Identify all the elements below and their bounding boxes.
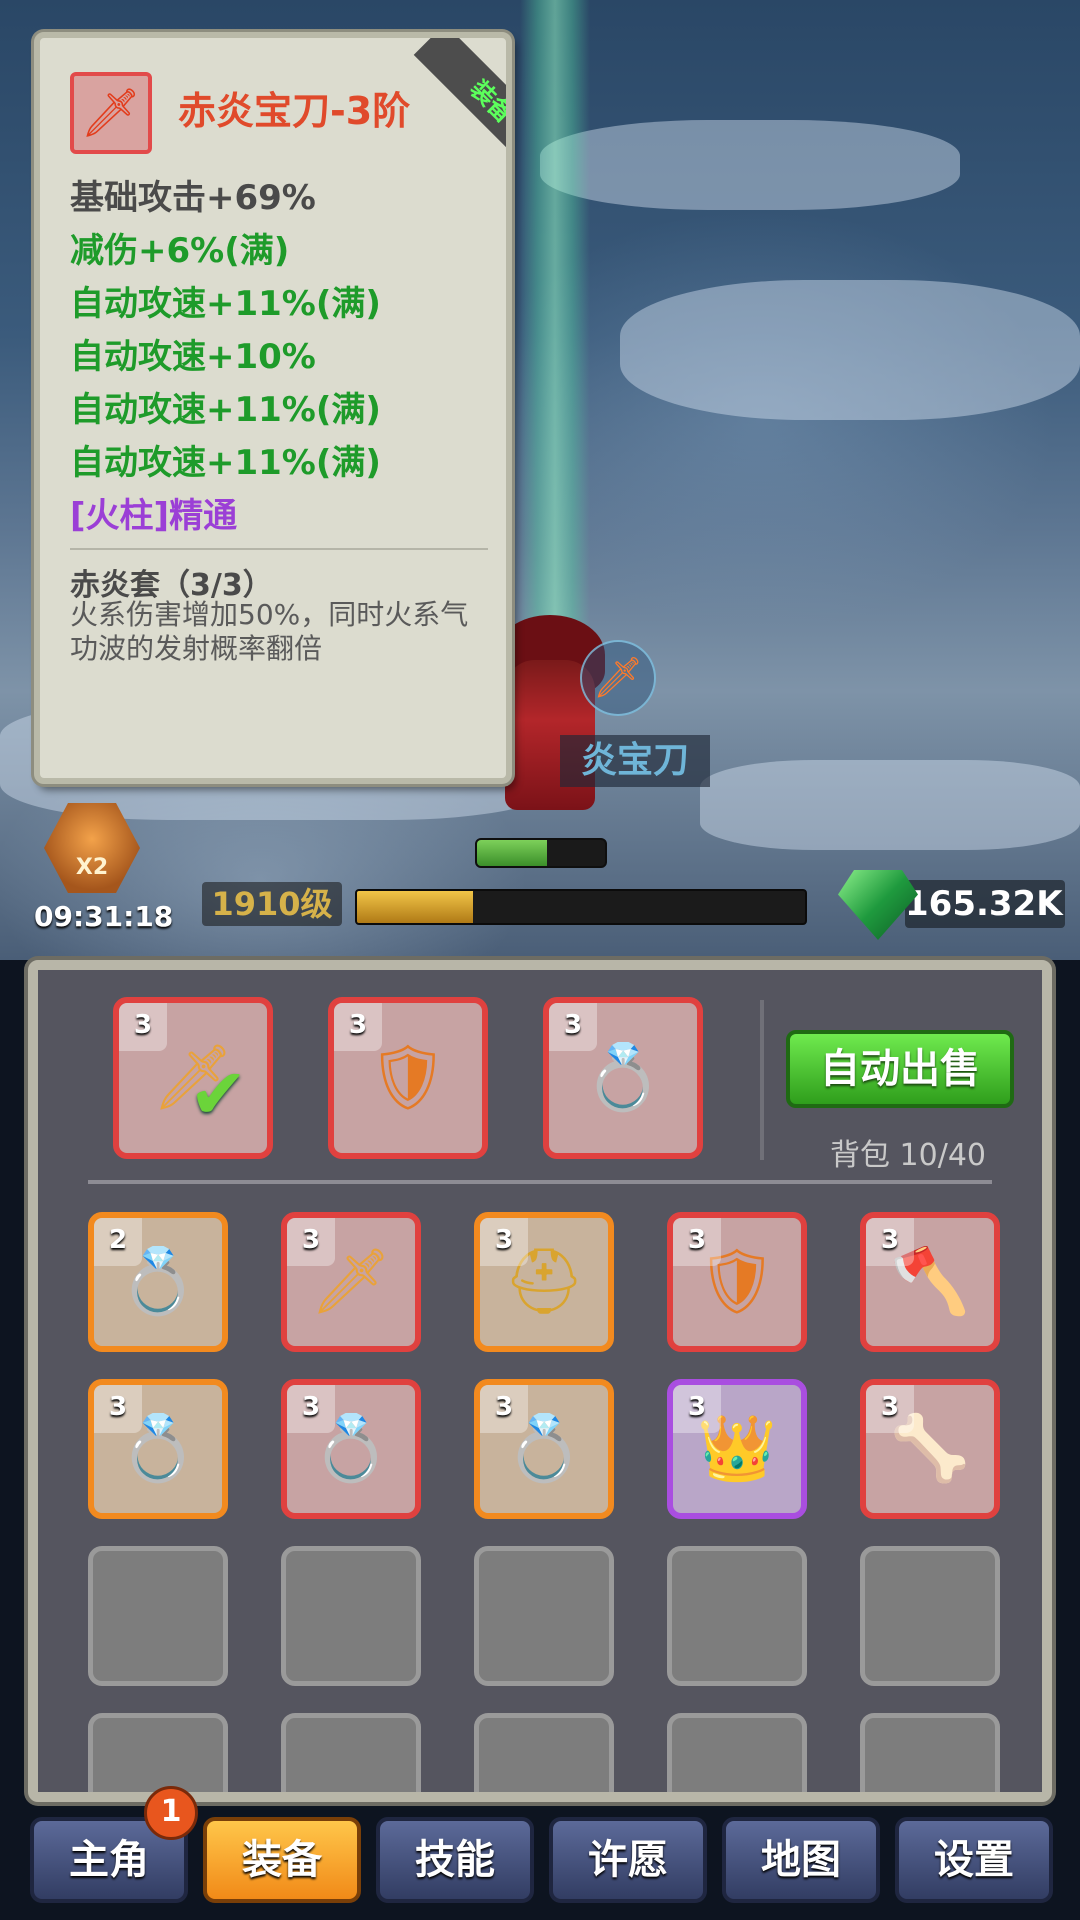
ice-patch	[620, 280, 1080, 420]
item-slot[interactable]: 🗡 3	[281, 1212, 421, 1352]
bag-capacity: 背包 10/40	[830, 1138, 986, 1173]
notification-badge: 1	[144, 1786, 198, 1840]
nav-settings-button[interactable]: 设置	[895, 1817, 1053, 1903]
nav-wish-button[interactable]: 许愿	[549, 1817, 707, 1903]
boost-label: X2	[75, 855, 109, 880]
tier-badge: 3	[673, 1385, 721, 1433]
item-tooltip: 🗡 赤炎宝刀-3阶 装备中 基础攻击+69% 减伤+6%(满) 自动攻速+11%(满…	[34, 32, 512, 784]
auto-sell-button[interactable]: 自动出售	[786, 1030, 1014, 1108]
tier-badge: 2	[94, 1218, 142, 1266]
item-slot[interactable]: 💍 2	[88, 1212, 228, 1352]
stat-line: 自动攻速+11%(满)	[70, 284, 381, 324]
empty-slot	[88, 1546, 228, 1686]
stat-line: 自动攻速+11%(满)	[70, 443, 381, 483]
item-slot[interactable]: 👑 3	[667, 1379, 807, 1519]
stat-line: [火柱]精通	[70, 496, 238, 536]
tier-badge: 3	[334, 1003, 382, 1051]
item-slot[interactable]: 💍 3	[281, 1379, 421, 1519]
item-slot[interactable]: 🗡 3 ✔	[113, 997, 273, 1159]
light-beam	[520, 0, 590, 720]
hero-hp-fill	[477, 840, 548, 866]
stat-line: 基础攻击+69%	[70, 178, 316, 218]
item-slot[interactable]: ⛑ 3	[474, 1212, 614, 1352]
tier-badge: 3	[866, 1218, 914, 1266]
item-slot[interactable]: 🦴 3	[860, 1379, 1000, 1519]
tier-badge: 3	[549, 1003, 597, 1051]
item-slot[interactable]: 💍 3	[88, 1379, 228, 1519]
empty-slot	[474, 1713, 614, 1792]
weapon-name-plate: 炎宝刀	[560, 735, 710, 787]
item-slot[interactable]: 🪓 3	[860, 1212, 1000, 1352]
divider	[760, 1000, 764, 1160]
tier-badge: 3	[94, 1385, 142, 1433]
inventory-panel: 🗡 3 ✔ 🛡 3 💍 3 自动出售 背包 10/40 💍 2 🗡 3 ⛑ 3 🛡 3 🪓 3 💍 3 💍 3 💍 3 👑 3…	[28, 960, 1052, 1802]
hero-hp-bar	[475, 838, 607, 868]
item-slot[interactable]: 🛡 3	[328, 997, 488, 1159]
equipped-ribbon: 装备中	[413, 38, 506, 197]
empty-slot	[88, 1713, 228, 1792]
item-slot[interactable]: 💍 3	[543, 997, 703, 1159]
tier-badge: 3	[119, 1003, 167, 1051]
flame-dagger-icon: 🗡	[70, 72, 152, 154]
item-slot[interactable]: 🛡 3	[667, 1212, 807, 1352]
player-level: 1910级	[202, 882, 342, 926]
emerald-gem-icon	[838, 870, 918, 940]
empty-slot	[667, 1713, 807, 1792]
set-description: 火系伤害增加50%，同时火系气功波的发射概率翻倍	[70, 598, 469, 665]
tier-badge: 3	[480, 1385, 528, 1433]
stat-line: 自动攻速+11%(满)	[70, 390, 381, 430]
item-name: 赤炎宝刀-3阶	[178, 89, 411, 133]
nav-map-button[interactable]: 地图	[722, 1817, 880, 1903]
stat-line: 减伤+6%(满)	[70, 231, 290, 271]
check-icon: ✔	[189, 1053, 248, 1135]
xp-bar	[355, 889, 807, 925]
stat-line: 自动攻速+10%	[70, 337, 316, 377]
empty-slot	[281, 1713, 421, 1792]
tier-badge: 3	[480, 1218, 528, 1266]
tier-badge: 3	[287, 1218, 335, 1266]
gem-count: 165.32K	[905, 880, 1065, 928]
nav-skills-button[interactable]: 技能	[376, 1817, 534, 1903]
divider	[70, 548, 488, 550]
empty-slot	[860, 1546, 1000, 1686]
boost-timer: 09:31:18	[34, 900, 174, 933]
empty-slot	[474, 1546, 614, 1686]
item-slot[interactable]: 💍 3	[474, 1379, 614, 1519]
divider	[88, 1180, 992, 1184]
tier-badge: 3	[673, 1218, 721, 1266]
tier-badge: 3	[866, 1385, 914, 1433]
empty-slot	[667, 1546, 807, 1686]
ice-patch	[700, 760, 1080, 850]
weapon-drop-icon[interactable]: 🗡	[580, 640, 656, 716]
nav-equipment-button[interactable]: 装备	[203, 1817, 361, 1903]
empty-slot	[860, 1713, 1000, 1792]
xp-fill	[357, 891, 474, 923]
tier-badge: 3	[287, 1385, 335, 1433]
ice-patch	[540, 120, 960, 210]
empty-slot	[281, 1546, 421, 1686]
